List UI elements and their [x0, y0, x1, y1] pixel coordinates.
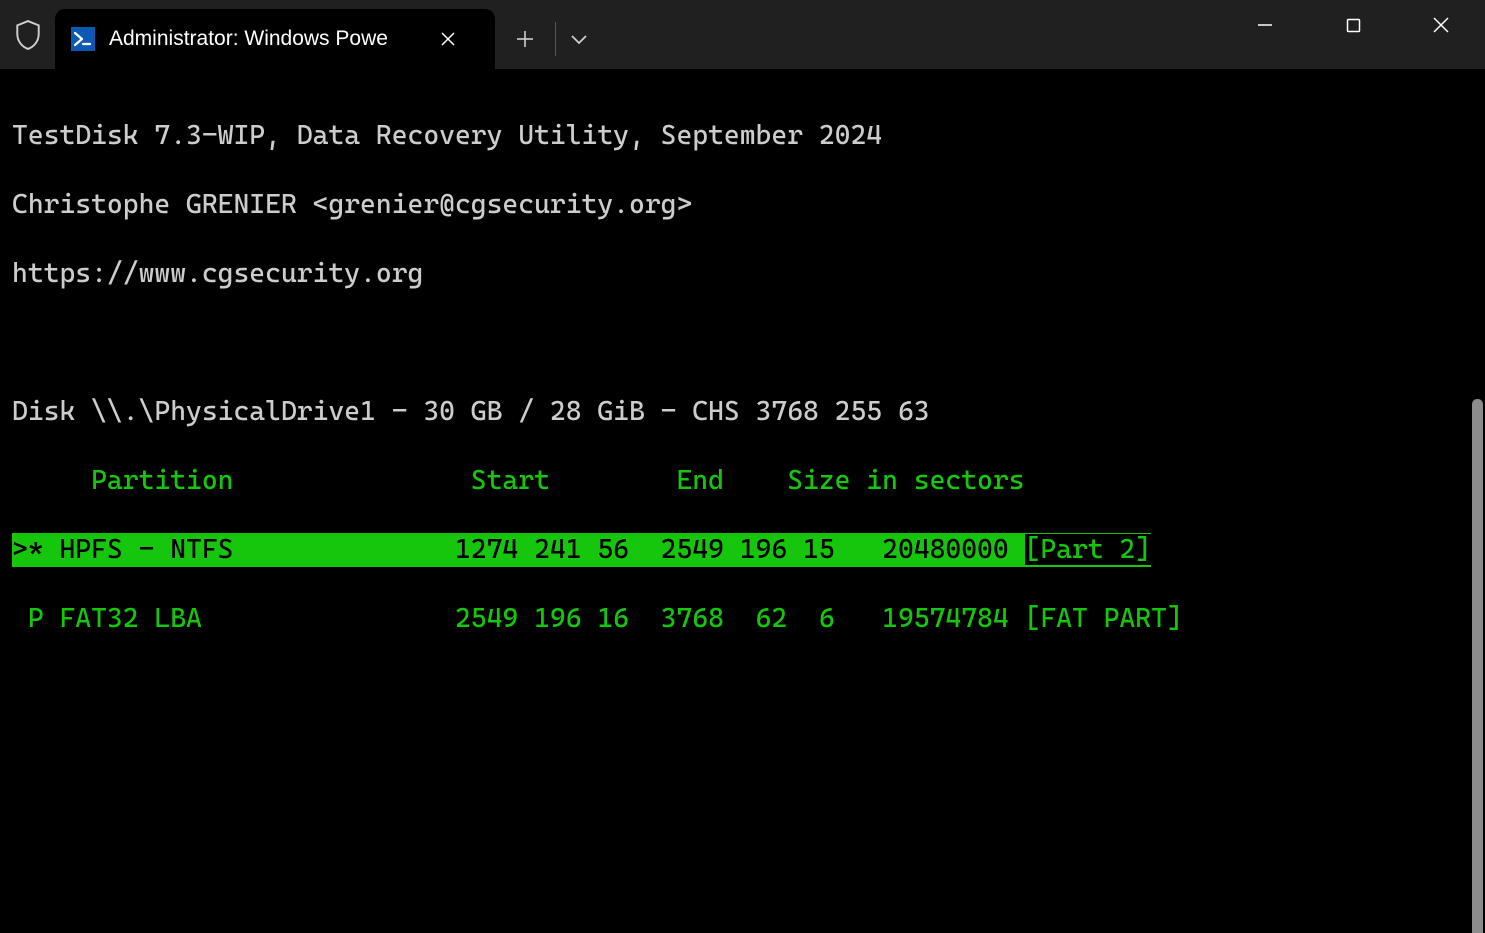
partition-row-selected[interactable]: >* HPFS - NTFS 1274 241 56 2549 196 15 2…: [12, 533, 1473, 568]
header-line-1: TestDisk 7.3-WIP, Data Recovery Utility,…: [12, 119, 1473, 154]
powershell-icon: [71, 27, 95, 51]
header-line-3: https://www.cgsecurity.org: [12, 257, 1473, 292]
partition-row[interactable]: P FAT32 LBA 2549 196 16 3768 62 6 195747…: [12, 602, 1473, 637]
admin-shield-icon: [0, 0, 55, 69]
terminal-content[interactable]: TestDisk 7.3-WIP, Data Recovery Utility,…: [0, 69, 1485, 933]
tab-title: Administrator: Windows Powe: [109, 27, 419, 51]
maximize-button[interactable]: [1309, 0, 1397, 50]
header-line-2: Christophe GRENIER <grenier@cgsecurity.o…: [12, 188, 1473, 223]
titlebar: Administrator: Windows Powe: [0, 0, 1485, 69]
tab-dropdown-button[interactable]: [556, 9, 602, 69]
tab-active[interactable]: Administrator: Windows Powe: [55, 9, 495, 69]
partition-table-header: Partition Start End Size in sectors: [12, 464, 1473, 499]
close-button[interactable]: [1397, 0, 1485, 50]
tab-close-button[interactable]: [433, 24, 463, 54]
disk-line: Disk \\.\PhysicalDrive1 - 30 GB / 28 GiB…: [12, 395, 1473, 430]
partition-row-0-text: >* HPFS - NTFS 1274 241 56 2549 196 15 2…: [12, 534, 1025, 565]
partition-row-0-label: [Part 2]: [1025, 534, 1152, 565]
scrollbar-thumb[interactable]: [1472, 399, 1483, 933]
window-controls: [1221, 0, 1485, 50]
minimize-button[interactable]: [1221, 0, 1309, 50]
blank-line: [12, 326, 1473, 361]
new-tab-button[interactable]: [495, 9, 555, 69]
